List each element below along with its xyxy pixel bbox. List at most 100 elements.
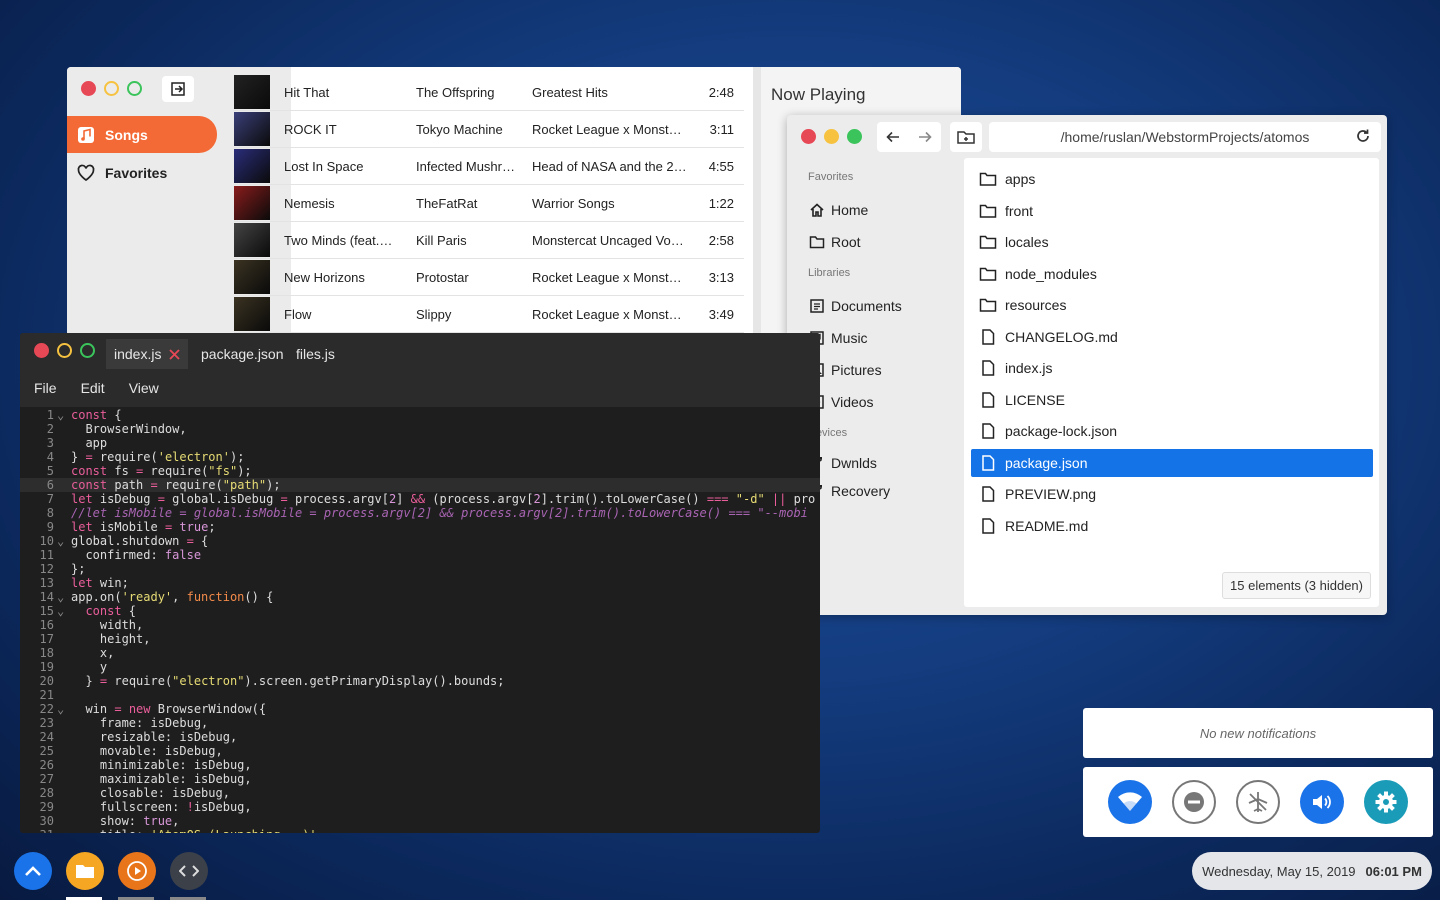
- code-app[interactable]: [170, 852, 208, 890]
- file-item[interactable]: PREVIEW.png: [971, 480, 1373, 508]
- nav-songs[interactable]: Songs: [67, 116, 217, 153]
- fold-marker[interactable]: ⌄: [54, 604, 71, 618]
- fold-marker[interactable]: [54, 436, 71, 450]
- back-button[interactable]: [877, 129, 909, 145]
- wifi-icon: [1118, 792, 1142, 811]
- fold-marker[interactable]: [54, 422, 71, 436]
- file-item[interactable]: README.md: [971, 512, 1373, 540]
- fold-marker[interactable]: [54, 828, 71, 833]
- sound-toggle[interactable]: [1300, 780, 1344, 824]
- code-line: 6 const path = require("path");: [20, 478, 820, 492]
- music-app[interactable]: [118, 852, 156, 890]
- fold-marker[interactable]: [54, 660, 71, 674]
- folder-item[interactable]: resources: [971, 291, 1373, 319]
- tab-package-json[interactable]: package.json: [193, 339, 292, 369]
- fold-marker[interactable]: [54, 814, 71, 828]
- dnd-toggle[interactable]: [1172, 780, 1216, 824]
- minimize-button[interactable]: [104, 81, 119, 96]
- song-row[interactable]: Nemesis TheFatRat Warrior Songs 1:22: [234, 185, 744, 222]
- folder-icon: [809, 236, 825, 249]
- sidebar-item-recovery[interactable]: Recovery: [809, 483, 890, 499]
- song-row[interactable]: ROCK IT Tokyo Machine Rocket League x Mons…: [234, 111, 744, 148]
- fold-marker[interactable]: [54, 450, 71, 464]
- folder-item[interactable]: locales: [971, 228, 1373, 256]
- airplane-toggle[interactable]: [1236, 780, 1280, 824]
- fold-marker[interactable]: [54, 548, 71, 562]
- song-row[interactable]: Lost In Space Infected Mushr… Head of NASA…: [234, 148, 744, 185]
- close-button[interactable]: [801, 129, 816, 144]
- reload-icon[interactable]: [1355, 128, 1371, 144]
- fold-marker[interactable]: [54, 730, 71, 744]
- close-button[interactable]: [81, 81, 96, 96]
- fold-marker[interactable]: ⌄: [54, 408, 71, 422]
- fold-marker[interactable]: [54, 562, 71, 576]
- fold-marker[interactable]: [54, 786, 71, 800]
- path-bar[interactable]: /home/ruslan/WebstormProjects/atomos: [989, 122, 1381, 152]
- file-icon: [982, 360, 995, 376]
- fold-marker[interactable]: ⌄: [54, 590, 71, 604]
- fold-marker[interactable]: [54, 464, 71, 478]
- fold-marker[interactable]: [54, 674, 71, 688]
- fold-marker[interactable]: [54, 772, 71, 786]
- fold-marker[interactable]: [54, 632, 71, 646]
- close-tab-icon[interactable]: [169, 348, 181, 360]
- fold-marker[interactable]: [54, 758, 71, 772]
- tab-index-js[interactable]: index.js: [106, 339, 189, 369]
- maximize-button[interactable]: [80, 343, 95, 358]
- folder-item[interactable]: apps: [971, 165, 1373, 193]
- tab-files-js[interactable]: files.js: [288, 339, 343, 369]
- folder-item[interactable]: front: [971, 197, 1373, 225]
- folder-item[interactable]: node_modules: [971, 260, 1373, 288]
- fold-marker[interactable]: [54, 492, 71, 506]
- files-app[interactable]: [66, 852, 104, 890]
- fold-marker[interactable]: [54, 576, 71, 590]
- song-row[interactable]: Flow Slippy Rocket League x Monst… 3:49: [234, 296, 744, 333]
- settings-button[interactable]: [1364, 780, 1408, 824]
- file-item[interactable]: index.js: [971, 354, 1373, 382]
- launcher-button[interactable]: [14, 852, 52, 890]
- fold-marker[interactable]: [54, 646, 71, 660]
- song-row[interactable]: Hit That The Offspring Greatest Hits 2:48: [234, 74, 744, 111]
- forward-button[interactable]: [909, 129, 941, 145]
- maximize-button[interactable]: [127, 81, 142, 96]
- clock[interactable]: Wednesday, May 15, 2019 06:01 PM: [1192, 852, 1432, 890]
- fold-marker[interactable]: [54, 800, 71, 814]
- fold-marker[interactable]: [54, 618, 71, 632]
- file-item[interactable]: CHANGELOG.md: [971, 323, 1373, 351]
- exit-button[interactable]: [162, 76, 194, 102]
- sidebar-item-home[interactable]: Home: [809, 202, 868, 218]
- line-content: global.shutdown = {: [71, 534, 209, 548]
- minimize-button[interactable]: [57, 343, 72, 358]
- fold-marker[interactable]: [54, 506, 71, 520]
- fold-marker[interactable]: [54, 744, 71, 758]
- minimize-button[interactable]: [824, 129, 839, 144]
- fold-marker[interactable]: ⌄: [54, 534, 71, 548]
- time-text: 06:01 PM: [1365, 863, 1422, 879]
- song-row[interactable]: New Horizons Protostar Rocket League x Mon…: [234, 259, 744, 296]
- fold-marker[interactable]: [54, 688, 71, 702]
- item-name: index.js: [1005, 360, 1053, 376]
- fold-marker[interactable]: [54, 478, 71, 492]
- menu-view[interactable]: View: [129, 380, 159, 396]
- nav-favorites[interactable]: Favorites: [67, 154, 217, 191]
- file-item[interactable]: package-lock.json: [971, 417, 1373, 445]
- file-item[interactable]: LICENSE: [971, 386, 1373, 414]
- window-controls: [81, 81, 142, 96]
- new-folder-button[interactable]: [950, 122, 982, 152]
- code-area[interactable]: 1 ⌄ const {2 BrowserWindow, 3 app 4} = requi…: [20, 407, 820, 833]
- fold-marker[interactable]: ⌄: [54, 702, 71, 716]
- maximize-button[interactable]: [847, 129, 862, 144]
- sidebar-item-root[interactable]: Root: [809, 234, 861, 250]
- file-item[interactable]: package.json: [971, 448, 1373, 477]
- sidebar-item-documents[interactable]: Documents: [809, 298, 902, 314]
- close-button[interactable]: [34, 343, 49, 358]
- song-row[interactable]: Two Minds (feat.… Kill Paris Monstercat Un…: [234, 222, 744, 259]
- code-line: 23 frame: isDebug,: [20, 716, 820, 730]
- sidebar-item-label: Music: [831, 330, 868, 346]
- date-text: Wednesday, May 15, 2019: [1202, 863, 1356, 879]
- menu-edit[interactable]: Edit: [81, 380, 105, 396]
- wifi-toggle[interactable]: [1108, 780, 1152, 824]
- fold-marker[interactable]: [54, 716, 71, 730]
- fold-marker[interactable]: [54, 520, 71, 534]
- menu-file[interactable]: File: [34, 380, 57, 396]
